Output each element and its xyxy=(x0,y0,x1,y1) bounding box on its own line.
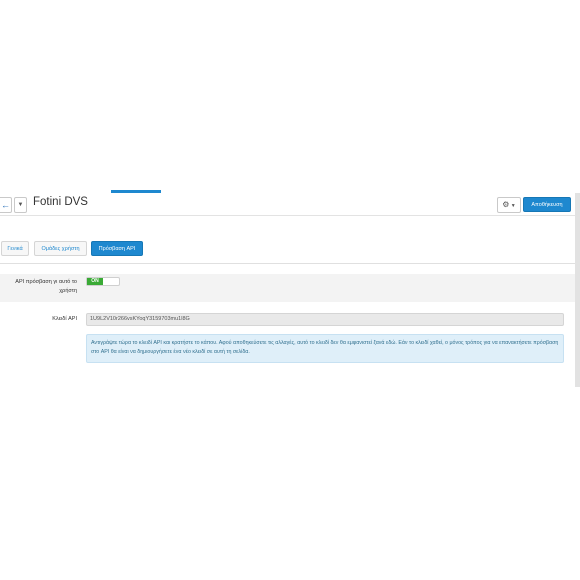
back-button[interactable]: ← xyxy=(0,197,12,213)
save-button[interactable]: Αποθήκευση xyxy=(523,197,571,212)
caret-down-icon: ▼ xyxy=(509,203,516,209)
api-key-label: Κλειδί API xyxy=(52,316,77,322)
tab-api-access[interactable]: Πρόσβαση API xyxy=(91,241,143,256)
settings-dropdown-button[interactable]: ⚙ ▼ xyxy=(497,197,521,213)
caret-down-icon: ▼ xyxy=(17,202,24,208)
tab-general[interactable]: Γενικά xyxy=(1,241,29,256)
api-access-label: API πρόσβαση γι αυτό το χρήστη xyxy=(15,279,77,294)
navigation-dropdown-button[interactable]: ▼ xyxy=(14,197,27,213)
arrow-left-icon: ← xyxy=(1,200,10,210)
tab-user-groups[interactable]: Ομάδες χρήστη xyxy=(34,241,87,256)
api-access-toggle[interactable]: ON xyxy=(86,277,120,286)
tab-bar: Γενικά Ομάδες χρήστη Πρόσβαση API xyxy=(0,241,575,264)
page-header: ← ▼ Fotini DVS ⚙ ▼ Αποθήκευση xyxy=(0,193,575,216)
api-key-field[interactable]: 1U9L2V10r266vsKYoqY3159703mu1l8G xyxy=(86,313,564,326)
page-title: Fotini DVS xyxy=(33,196,88,208)
scrollbar[interactable] xyxy=(575,193,580,387)
toggle-on-state: ON xyxy=(87,278,103,285)
api-key-info-alert: Αντιγράψτε τώρα το κλειδί API και κρατήσ… xyxy=(86,334,564,363)
